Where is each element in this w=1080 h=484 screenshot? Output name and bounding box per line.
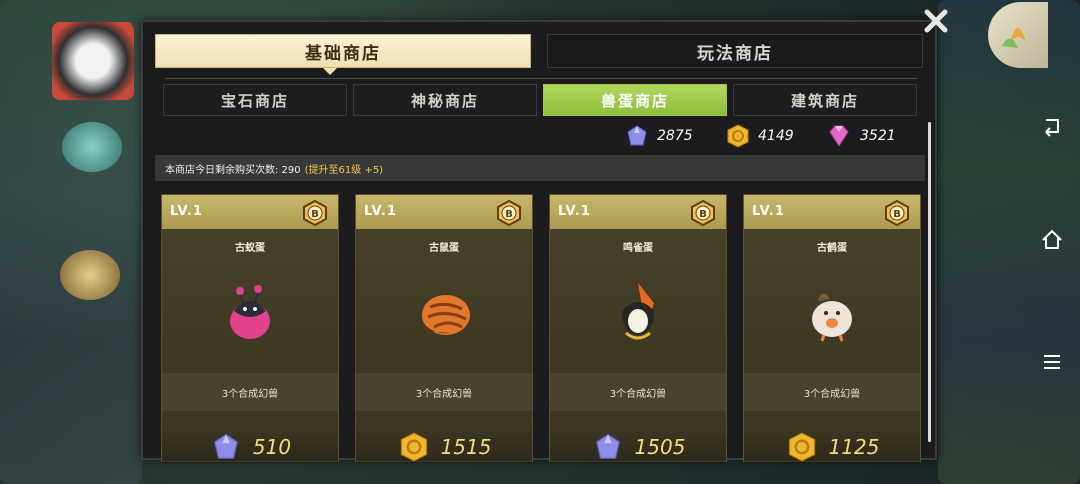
item-name: 古鼠蛋 (429, 243, 459, 254)
crystal-icon (627, 125, 647, 146)
striped-orange-egg-icon (422, 295, 470, 335)
svg-text:B: B (893, 209, 901, 220)
currency-diamond: 3521 (826, 124, 896, 148)
item-level: LV.1 (364, 204, 397, 219)
notice-text: 本商店今日剩余购买次数: 290 (165, 164, 301, 176)
rank-b-badge-icon: B (303, 200, 327, 226)
tab-gameplay-shop[interactable]: 玩法商店 (547, 34, 923, 68)
item-price: 1125 (828, 435, 880, 459)
home-icon[interactable] (1038, 226, 1066, 254)
purchase-notice: 本商店今日剩余购买次数: 290 (提升至61级 +5) (155, 155, 925, 181)
item-level: LV.1 (558, 204, 591, 219)
crystal-icon (595, 433, 620, 459)
gold-coin-icon (788, 432, 815, 462)
item-price: 1505 (634, 435, 686, 459)
buy-button[interactable]: 1505 (550, 431, 726, 463)
currency-gold: 4149 (726, 124, 794, 148)
hut-icon[interactable] (60, 250, 120, 300)
item-name: 古蚁蛋 (235, 243, 265, 254)
diamond-amount: 3521 (860, 128, 896, 144)
shop-panel: 基础商店 玩法商店 宝石商店 神秘商店 兽蛋商店 建筑商店 2875 4149 … (141, 20, 937, 463)
item-description: 3个合成幻兽 (803, 389, 861, 400)
buy-button[interactable]: 1125 (744, 431, 920, 463)
svg-text:B: B (699, 209, 707, 220)
item-name: 古鹤蛋 (817, 243, 847, 254)
item-description: 3个合成幻兽 (221, 389, 279, 400)
gold-coin-icon (400, 432, 427, 462)
crystal-amount: 2875 (657, 128, 693, 144)
rank-b-badge-icon: B (691, 200, 715, 226)
buy-button[interactable]: 510 (162, 431, 338, 463)
bird-feather-egg-icon (622, 283, 654, 340)
white-bird-egg-icon (812, 293, 852, 342)
main-tabs: 基础商店 玩法商店 (155, 34, 923, 70)
scrollbar[interactable] (928, 122, 931, 442)
svg-text:B: B (505, 209, 513, 220)
item-level: LV.1 (170, 204, 203, 219)
shop-item-card[interactable]: LV.1 B 古蚁蛋 3个合成幻兽 510 (161, 194, 339, 463)
currency-crystal: 2875 (625, 124, 693, 148)
subtab-gem-shop[interactable]: 宝石商店 (163, 84, 347, 116)
gold-coin-icon (727, 124, 749, 148)
building-icon[interactable] (62, 122, 122, 172)
shop-item-card[interactable]: LV.1 B 鸣雀蛋 3个合成幻兽 1505 (549, 194, 727, 463)
close-icon[interactable] (921, 6, 951, 36)
sub-tabs: 宝石商店 神秘商店 兽蛋商店 建筑商店 (163, 84, 919, 118)
item-name: 鸣雀蛋 (623, 243, 653, 254)
rank-b-badge-icon: B (497, 200, 521, 226)
svg-text:B: B (311, 209, 319, 220)
gold-amount: 4149 (758, 128, 794, 144)
subtab-mystery-shop[interactable]: 神秘商店 (353, 84, 537, 116)
crystal-icon (213, 433, 238, 459)
item-description: 3个合成幻兽 (609, 389, 667, 400)
item-price: 1515 (440, 435, 492, 459)
shop-item-card[interactable]: LV.1 B 古鼠蛋 3个合成幻兽 1515 (355, 194, 533, 463)
leaf-avatar-icon[interactable] (988, 2, 1048, 68)
item-level: LV.1 (752, 204, 785, 219)
menu-icon[interactable] (1038, 348, 1066, 376)
active-tab-indicator (323, 68, 337, 75)
subtab-building-shop[interactable]: 建筑商店 (733, 84, 917, 116)
pink-bug-egg-icon (230, 285, 270, 339)
item-description: 3个合成幻兽 (415, 389, 473, 400)
subtab-egg-shop[interactable]: 兽蛋商店 (543, 84, 727, 116)
back-icon[interactable] (1038, 112, 1066, 140)
notice-highlight: (提升至61级 +5) (304, 164, 384, 176)
rank-b-badge-icon: B (885, 200, 909, 226)
shop-item-card[interactable]: LV.1 B 古鹤蛋 3个合成幻兽 1125 (743, 194, 921, 463)
item-price: 510 (252, 435, 292, 459)
pink-diamond-icon (829, 125, 849, 147)
panda-avatar[interactable] (52, 22, 134, 100)
buy-button[interactable]: 1515 (356, 431, 532, 463)
tab-basic-shop[interactable]: 基础商店 (155, 34, 531, 68)
tab-divider (165, 78, 917, 79)
